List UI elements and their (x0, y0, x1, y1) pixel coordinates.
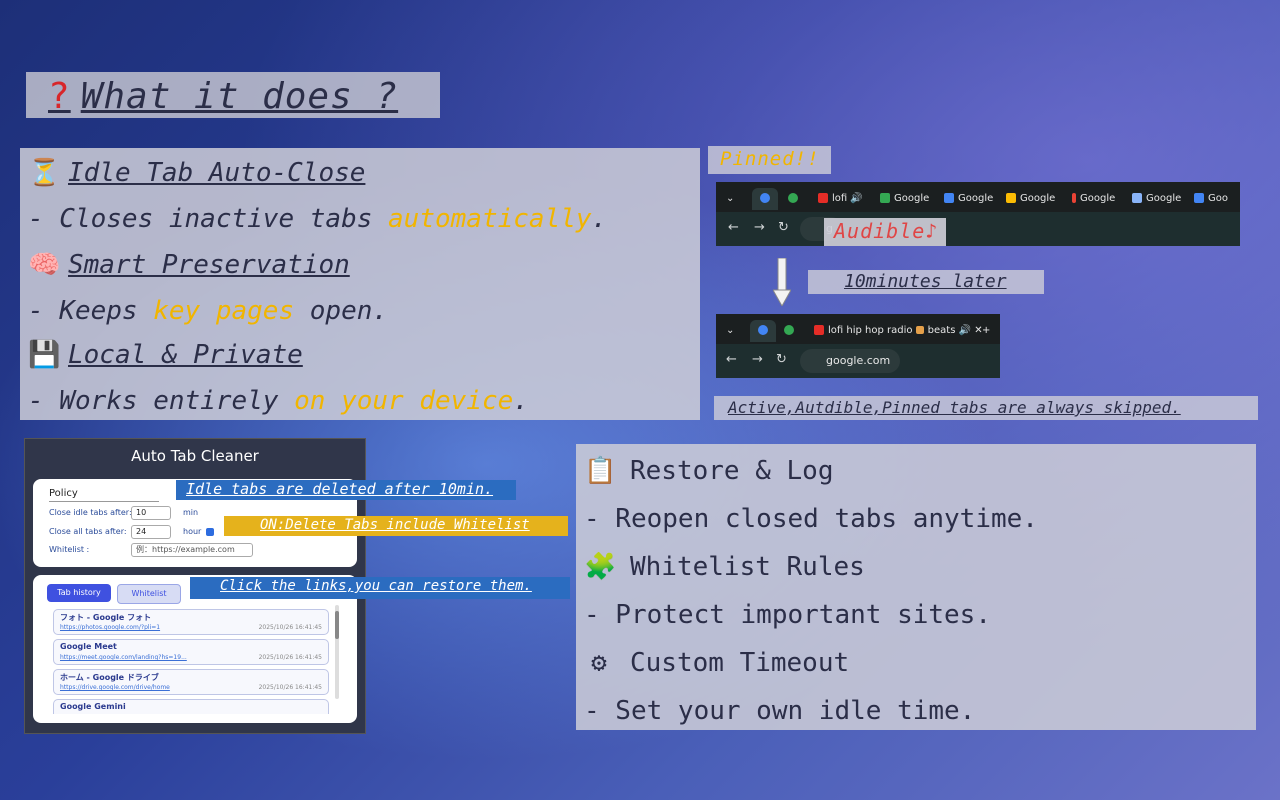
feature-restore-heading: 📋 Restore & Log (584, 456, 834, 486)
back-icon[interactable]: ← (726, 352, 737, 367)
tab-dropdown-icon[interactable]: ⌄ (726, 320, 734, 342)
browser-after: ⌄ lofi hip hop radio beats 🔊 ✕ + ← → ↻ g… (716, 314, 1000, 378)
title-banner: ? What it does ? (26, 72, 440, 118)
nav-bar: ← → ↻ g (716, 212, 1240, 246)
callout-idle: Idle tabs are deleted after 10min. (176, 480, 516, 500)
close-idle-unit: min (183, 508, 199, 517)
skipped-note: Active,Autdible,Pinned tabs are always s… (714, 396, 1258, 420)
pinned-label: Pinned!! (708, 146, 831, 174)
whitelist-label: Whitelist : (49, 545, 90, 554)
feature-local-heading: 💾 Local & Private (28, 340, 303, 370)
clipboard-icon: 📋 (584, 456, 617, 486)
speaker-icon: 🔊 (850, 193, 863, 204)
page-title: ? What it does ? (48, 76, 399, 117)
tab-google-2[interactable]: Google (944, 188, 993, 210)
pinned-tab-google[interactable] (752, 188, 778, 210)
history-item[interactable]: Google Meet https://meet.google.com/land… (53, 639, 329, 665)
tab-lofi[interactable]: lofi 🔊 (818, 188, 863, 210)
close-all-unit: hour (183, 527, 202, 536)
feature-whitelist-heading: 🧩 Whitelist Rules (584, 552, 865, 582)
pinned-tab-google[interactable] (750, 320, 776, 342)
feature-restore-desc: - Reopen closed tabs anytime. (584, 504, 1038, 534)
feature-timeout-heading: ⚙ Custom Timeout (584, 648, 849, 678)
history-link[interactable]: https://drive.google.com/drive/home (60, 684, 170, 691)
speaker-icon: 🔊 (958, 325, 972, 336)
address-bar[interactable]: google.com (800, 349, 901, 373)
floppy-disk-icon: 💾 (28, 340, 61, 370)
audible-label: Audible♪ (824, 218, 946, 246)
reload-icon[interactable]: ↻ (776, 352, 787, 367)
back-icon[interactable]: ← (728, 220, 739, 235)
features-panel: ⏳ Idle Tab Auto-Close - Closes inactive t… (20, 148, 700, 420)
features-panel-2: 📋 Restore & Log - Reopen closed tabs anyt… (576, 444, 1256, 730)
history-scrollbar[interactable] (335, 605, 339, 699)
history-link[interactable]: https://photos.google.com/?pli=1 (60, 624, 160, 631)
feature-smart-desc: - Keeps key pages open. (28, 296, 389, 326)
close-idle-label: Close idle tabs after: (49, 508, 132, 517)
close-all-label: Close all tabs after: (49, 527, 127, 536)
pinned-tab-maps[interactable] (784, 320, 798, 342)
tab-strip: ⌄ lofi 🔊 Google Google Google Google Goo… (716, 182, 1240, 212)
browser-before: ⌄ lofi 🔊 Google Google Google Google Goo… (716, 182, 1240, 246)
callout-on-delete: ON:Delete Tabs include Whitelist (224, 516, 568, 536)
ten-minutes-later-label: 10minutes later (808, 270, 1044, 294)
feature-idle-desc: - Closes inactive tabs automatically. (28, 204, 608, 234)
popup-title: Auto Tab Cleaner (131, 447, 259, 465)
tab-google-1[interactable]: Google (880, 188, 929, 210)
gear-icon: ⚙ (591, 648, 607, 678)
policy-label: Policy (49, 488, 159, 502)
feature-timeout-desc: - Set your own idle time. (584, 696, 976, 726)
nav-bar-after: ← → ↻ google.com (716, 344, 1000, 378)
callout-restore: Click the links,you can restore them. (190, 577, 570, 599)
history-item[interactable]: Google Gemini (53, 699, 329, 714)
pinned-tab-maps[interactable] (788, 188, 802, 210)
whitelist-input[interactable]: 例：https://example.com (131, 543, 253, 557)
tab-strip-after: ⌄ lofi hip hop radio beats 🔊 ✕ + (716, 314, 1000, 344)
history-link[interactable]: https://meet.google.com/landing?hs=19... (60, 654, 187, 661)
delete-include-whitelist-checkbox[interactable] (206, 528, 214, 536)
feature-smart-heading: 🧠 Smart Preservation (28, 250, 350, 280)
history-item[interactable]: フォト - Google フォト https://photos.google.c… (53, 609, 329, 635)
close-all-input[interactable]: 24 (131, 525, 171, 539)
history-item[interactable]: ホーム - Google ドライブ https://drive.google.c… (53, 669, 329, 695)
arrow-down-icon (773, 258, 791, 306)
reload-icon[interactable]: ↻ (778, 220, 789, 235)
tab-history-button[interactable]: Tab history (47, 584, 111, 602)
tab-whitelist-button[interactable]: Whitelist (117, 584, 181, 604)
tab-google-6[interactable]: Goo (1194, 188, 1228, 210)
question-icon: ? (48, 76, 71, 117)
tab-lofi[interactable]: lofi hip hop radio beats 🔊 ✕ (814, 320, 983, 342)
hourglass-icon: ⏳ (28, 158, 61, 188)
forward-icon[interactable]: → (752, 352, 763, 367)
tab-dropdown-icon[interactable]: ⌄ (726, 188, 734, 210)
puzzle-icon: 🧩 (584, 552, 617, 582)
feature-idle-heading: ⏳ Idle Tab Auto-Close (28, 158, 366, 188)
tab-google-3[interactable]: Google (1006, 188, 1055, 210)
feature-whitelist-desc: - Protect important sites. (584, 600, 991, 630)
close-idle-input[interactable]: 10 (131, 506, 171, 520)
forward-icon[interactable]: → (754, 220, 765, 235)
feature-local-desc: - Works entirely on your device. (28, 386, 529, 416)
tab-google-5[interactable]: Google (1132, 188, 1181, 210)
new-tab-icon[interactable]: + (982, 320, 990, 342)
tab-google-4[interactable]: Google (1072, 188, 1115, 210)
brain-icon: 🧠 (28, 250, 61, 280)
